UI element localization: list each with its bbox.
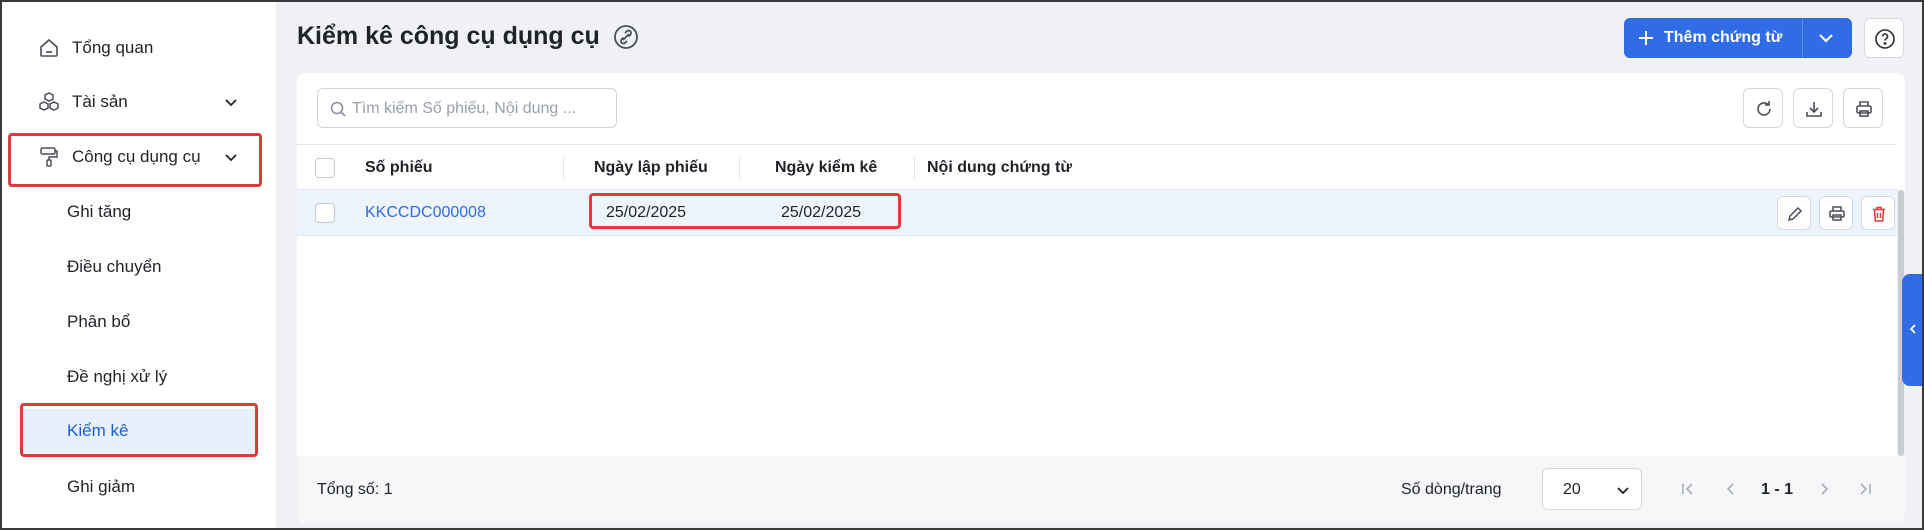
sidebar-sub-item-dieu-chuyen[interactable]: Điều chuyển [2, 245, 276, 289]
column-header-so-phieu[interactable]: Số phiếu [365, 158, 433, 178]
refresh-button[interactable] [1743, 88, 1783, 128]
edit-button[interactable] [1777, 196, 1811, 230]
plus-icon [1639, 31, 1653, 45]
search-icon [330, 101, 346, 117]
sidebar-item-label: Tài sản [72, 92, 128, 111]
chevron-left-icon [1909, 324, 1916, 334]
sidebar-sub-item-kiem-ke[interactable]: Kiểm kê [22, 409, 258, 453]
last-page-icon[interactable] [1857, 480, 1873, 498]
sidebar-sub-item-label: Kiểm kê [67, 421, 129, 440]
previous-page-icon[interactable] [1723, 480, 1739, 498]
row-print-button[interactable] [1819, 196, 1853, 230]
download-button[interactable] [1793, 88, 1833, 128]
sidebar-sub-item-label: Ghi tăng [67, 202, 132, 221]
search-input[interactable] [352, 97, 607, 121]
page-range: 1 - 1 [1761, 481, 1794, 498]
column-divider [739, 157, 740, 179]
sidebar-sub-item-label: Đề nghị xử lý [67, 367, 168, 386]
chevron-down-icon [1617, 487, 1629, 495]
pencil-icon [1787, 206, 1803, 222]
document-number-link[interactable]: KKCCDC000008 [365, 203, 486, 223]
printer-icon [1829, 206, 1845, 221]
sidebar-sub-item-label: Ghi giảm [67, 477, 136, 496]
sidebar-item-cong-cu-dung-cu[interactable]: Công cụ dụng cụ [2, 135, 276, 179]
side-panel-toggle[interactable] [1902, 274, 1924, 386]
sidebar-item-tong-quan[interactable]: Tổng quan [2, 26, 276, 70]
paint-roller-icon [40, 147, 58, 167]
sidebar-sub-item-label: Phân bổ [67, 312, 131, 331]
next-page-icon[interactable] [1816, 480, 1832, 498]
printer-icon [1856, 101, 1872, 117]
rows-per-page-label: Số dòng/trang [1401, 481, 1502, 498]
table-footer: Tổng số: 1 Số dòng/trang 20 1 - 1 [297, 456, 1905, 523]
inventory-date-cell: 25/02/2025 [781, 204, 862, 221]
select-all-checkbox[interactable] [315, 158, 335, 178]
row-checkbox[interactable] [315, 203, 335, 223]
chevron-down-icon[interactable] [1816, 29, 1836, 47]
sidebar-sub-item-label: Điều chuyển [67, 257, 162, 276]
help-button[interactable] [1864, 18, 1904, 58]
content-card: Số phiếu Ngày lập phiếu Ngày kiểm kê Nội… [297, 73, 1905, 523]
question-icon [1875, 29, 1895, 49]
link-icon[interactable] [613, 24, 639, 50]
sidebar-sub-item-ghi-giam[interactable]: Ghi giảm [2, 465, 276, 509]
button-divider [1802, 18, 1803, 58]
chevron-down-icon[interactable] [222, 93, 240, 111]
table-row[interactable]: KKCCDC000008 25/02/2025 25/02/2025 [297, 190, 1897, 236]
page-title: Kiểm kê công cụ dụng cụ [297, 22, 600, 50]
rows-per-page-select[interactable]: 20 [1542, 468, 1642, 510]
first-page-icon[interactable] [1680, 480, 1696, 498]
creation-date-cell: 25/02/2025 [606, 204, 687, 221]
add-document-button[interactable]: Thêm chứng từ [1624, 18, 1852, 58]
search-box[interactable] [317, 88, 617, 128]
sidebar-item-tai-san[interactable]: Tài sản [2, 80, 276, 124]
sidebar-item-label: Công cụ dụng cụ [72, 147, 201, 166]
column-header-ngay-kiem-ke[interactable]: Ngày kiểm kê [775, 158, 877, 178]
table-header: Số phiếu Ngày lập phiếu Ngày kiểm kê Nội… [297, 144, 1897, 190]
trash-icon [1873, 206, 1885, 222]
column-header-ngay-lap-phieu[interactable]: Ngày lập phiếu [594, 158, 708, 178]
sidebar-item-label: Tổng quan [72, 38, 154, 57]
home-icon [40, 38, 58, 57]
refresh-icon [1757, 101, 1771, 116]
delete-button[interactable] [1861, 196, 1895, 230]
cubes-icon [39, 92, 59, 111]
sidebar: Tổng quan Tài sản Công cụ dụng cụ Ghi tă… [2, 2, 276, 528]
sidebar-sub-item-de-nghi-xu-ly[interactable]: Đề nghị xử lý [2, 355, 276, 399]
column-divider [914, 157, 915, 179]
column-header-noi-dung-chung-tu[interactable]: Nội dung chứng từ [927, 158, 1072, 178]
rows-per-page-value: 20 [1563, 481, 1581, 498]
print-button[interactable] [1843, 88, 1883, 128]
sidebar-sub-item-phan-bo[interactable]: Phân bổ [2, 300, 276, 344]
chevron-down-icon[interactable] [222, 148, 240, 166]
column-divider [563, 157, 564, 179]
sidebar-sub-item-ghi-tang[interactable]: Ghi tăng [2, 190, 276, 234]
total-count: Tổng số: 1 [317, 481, 393, 498]
download-icon [1806, 102, 1822, 117]
add-document-label: Thêm chứng từ [1664, 29, 1783, 46]
